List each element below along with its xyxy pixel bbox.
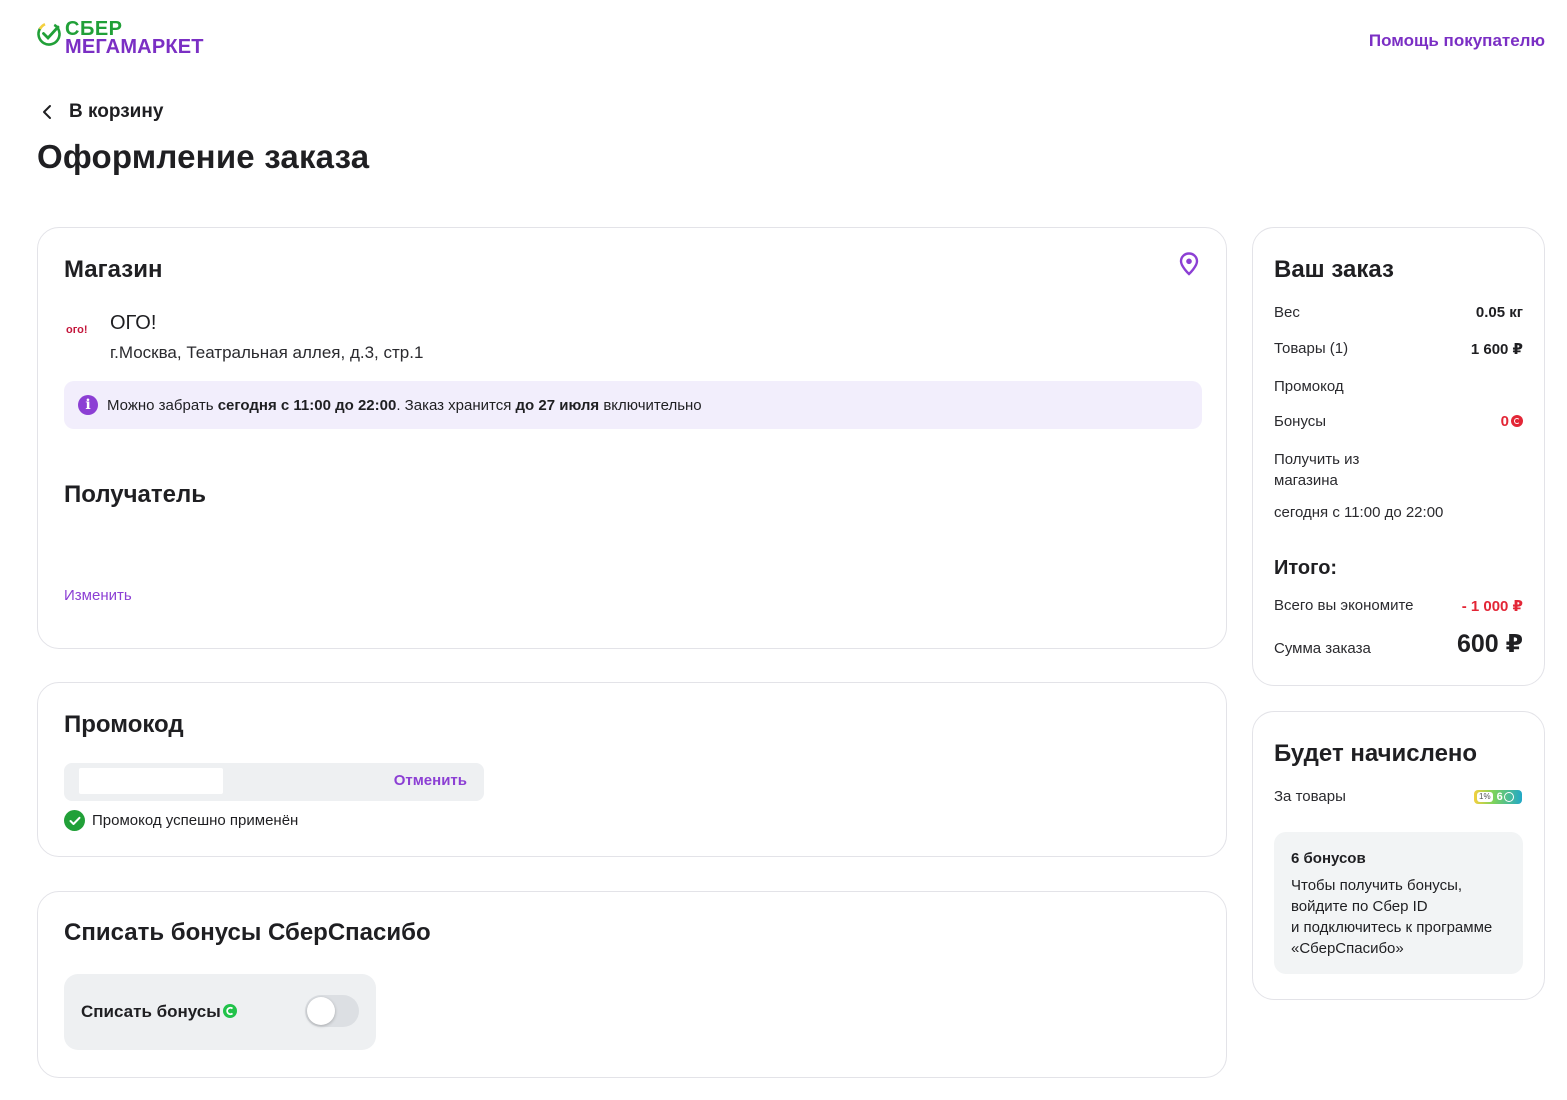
promo-success-text: Промокод успешно применён	[92, 812, 299, 829]
back-to-cart-link[interactable]: В корзину	[40, 101, 163, 123]
bonus-coin-icon	[1511, 415, 1523, 427]
spend-bonuses-label: Списать бонусы	[81, 1002, 221, 1021]
spend-bonuses-toggle[interactable]	[305, 995, 359, 1027]
page-title: Оформление заказа	[37, 138, 370, 175]
pickup-label: Получить из магазина	[1274, 451, 1360, 489]
badge-coin-icon	[1503, 792, 1514, 802]
savings-value: - 1 000 ₽	[1461, 598, 1523, 615]
info-pickup-time: сегодня с 11:00 до 22:00	[217, 396, 397, 414]
accrual-box-title: 6 бонусов	[1291, 850, 1366, 867]
info-middle: . Заказ хранится	[396, 396, 516, 414]
promo-row: Промокод	[1274, 378, 1523, 395]
toggle-knob	[307, 997, 335, 1025]
order-summary-title: Ваш заказ	[1274, 256, 1394, 283]
info-prefix: Можно забрать	[107, 396, 218, 414]
sber-megamarket-logo[interactable]: СБЕР МЕГАМАРКЕТ	[36, 19, 204, 58]
sum-value: 600 ₽	[1456, 630, 1523, 658]
cancel-promo-button[interactable]: Отменить	[394, 772, 467, 789]
bonus-row: Бонусы 0	[1274, 413, 1523, 430]
store-section-title: Магазин	[64, 256, 163, 283]
chevron-left-icon	[43, 105, 51, 119]
sber-logo-icon	[37, 22, 61, 46]
info-suffix: включительно	[599, 396, 702, 414]
badge-value: 6	[1496, 791, 1503, 803]
weight-value: 0.05 кг	[1475, 304, 1523, 321]
order-summary-card: Ваш заказ Вес 0.05 кг Товары (1) 1 600 ₽…	[1252, 227, 1545, 686]
weight-row: Вес 0.05 кг	[1274, 304, 1523, 321]
spend-bonuses-card: Списать бонусы СберСпасибо Списать бонус…	[37, 891, 1227, 1078]
accrual-info-box: 6 бонусов Чтобы получить бонусы, войдите…	[1274, 832, 1523, 974]
change-recipient-link[interactable]: Изменить	[64, 587, 132, 604]
weight-label: Вес	[1274, 304, 1300, 321]
bonus-accrual-card: Будет начислено За товары 1% 6 6 бонусов…	[1252, 711, 1545, 1000]
bonus-value-wrap: 0	[1501, 413, 1523, 430]
ogo-store-logo: ого!	[66, 322, 96, 336]
bonus-value: 0	[1500, 413, 1509, 430]
store-name: ОГО!	[110, 312, 157, 334]
store-address: г.Москва, Театральная аллея, д.3, стр.1	[110, 343, 424, 362]
map-pin-icon[interactable]	[1179, 252, 1199, 276]
goods-label: Товары (1)	[1274, 340, 1349, 357]
savings-label: Всего вы экономите	[1274, 597, 1414, 614]
savings-row: Всего вы экономите - 1 000 ₽	[1274, 597, 1523, 615]
promo-success-message: Промокод успешно применён	[64, 810, 298, 831]
total-title: Итого:	[1274, 557, 1338, 579]
spend-bonuses-box: Списать бонусы	[64, 974, 376, 1050]
goods-row: Товары (1) 1 600 ₽	[1274, 340, 1523, 358]
spend-bonuses-title: Списать бонусы СберСпасибо	[64, 919, 431, 946]
recipient-section-title: Получатель	[64, 481, 206, 508]
check-circle-icon	[64, 810, 85, 831]
promo-card: Промокод Отменить Промокод успешно приме…	[37, 682, 1227, 857]
badge-percent: 1%	[1477, 792, 1493, 802]
bonus-label: Бонусы	[1274, 413, 1327, 430]
accrual-title: Будет начислено	[1274, 740, 1478, 767]
promo-section-title: Промокод	[64, 711, 184, 738]
back-label: В корзину	[69, 101, 164, 122]
store-logo-text: ого!	[66, 324, 88, 335]
info-icon: i	[78, 395, 98, 415]
logo-megamarket: МЕГАМАРКЕТ	[65, 36, 204, 58]
pickup-time: сегодня с 11:00 до 22:00	[1274, 504, 1444, 521]
sberspasibo-icon	[223, 1004, 237, 1018]
accrual-box-text: Чтобы получить бонусы, войдите по Сбер I…	[1291, 877, 1493, 957]
promo-code-input[interactable]	[79, 768, 223, 794]
bonus-badge: 1% 6	[1474, 790, 1522, 804]
promo-field: Отменить	[64, 763, 484, 801]
logo-text: СБЕР МЕГАМАРКЕТ	[65, 19, 204, 58]
promo-label: Промокод	[1274, 378, 1344, 395]
customer-help-link[interactable]: Помощь покупателю	[1369, 31, 1545, 51]
pickup-info-banner: i Можно забрать сегодня с 11:00 до 22:00…	[64, 381, 1202, 429]
info-storage-date: до 27 июля	[515, 396, 600, 414]
goods-value: 1 600 ₽	[1470, 341, 1523, 358]
store-card: Магазин ого! ОГО! г.Москва, Театральная …	[37, 227, 1227, 649]
